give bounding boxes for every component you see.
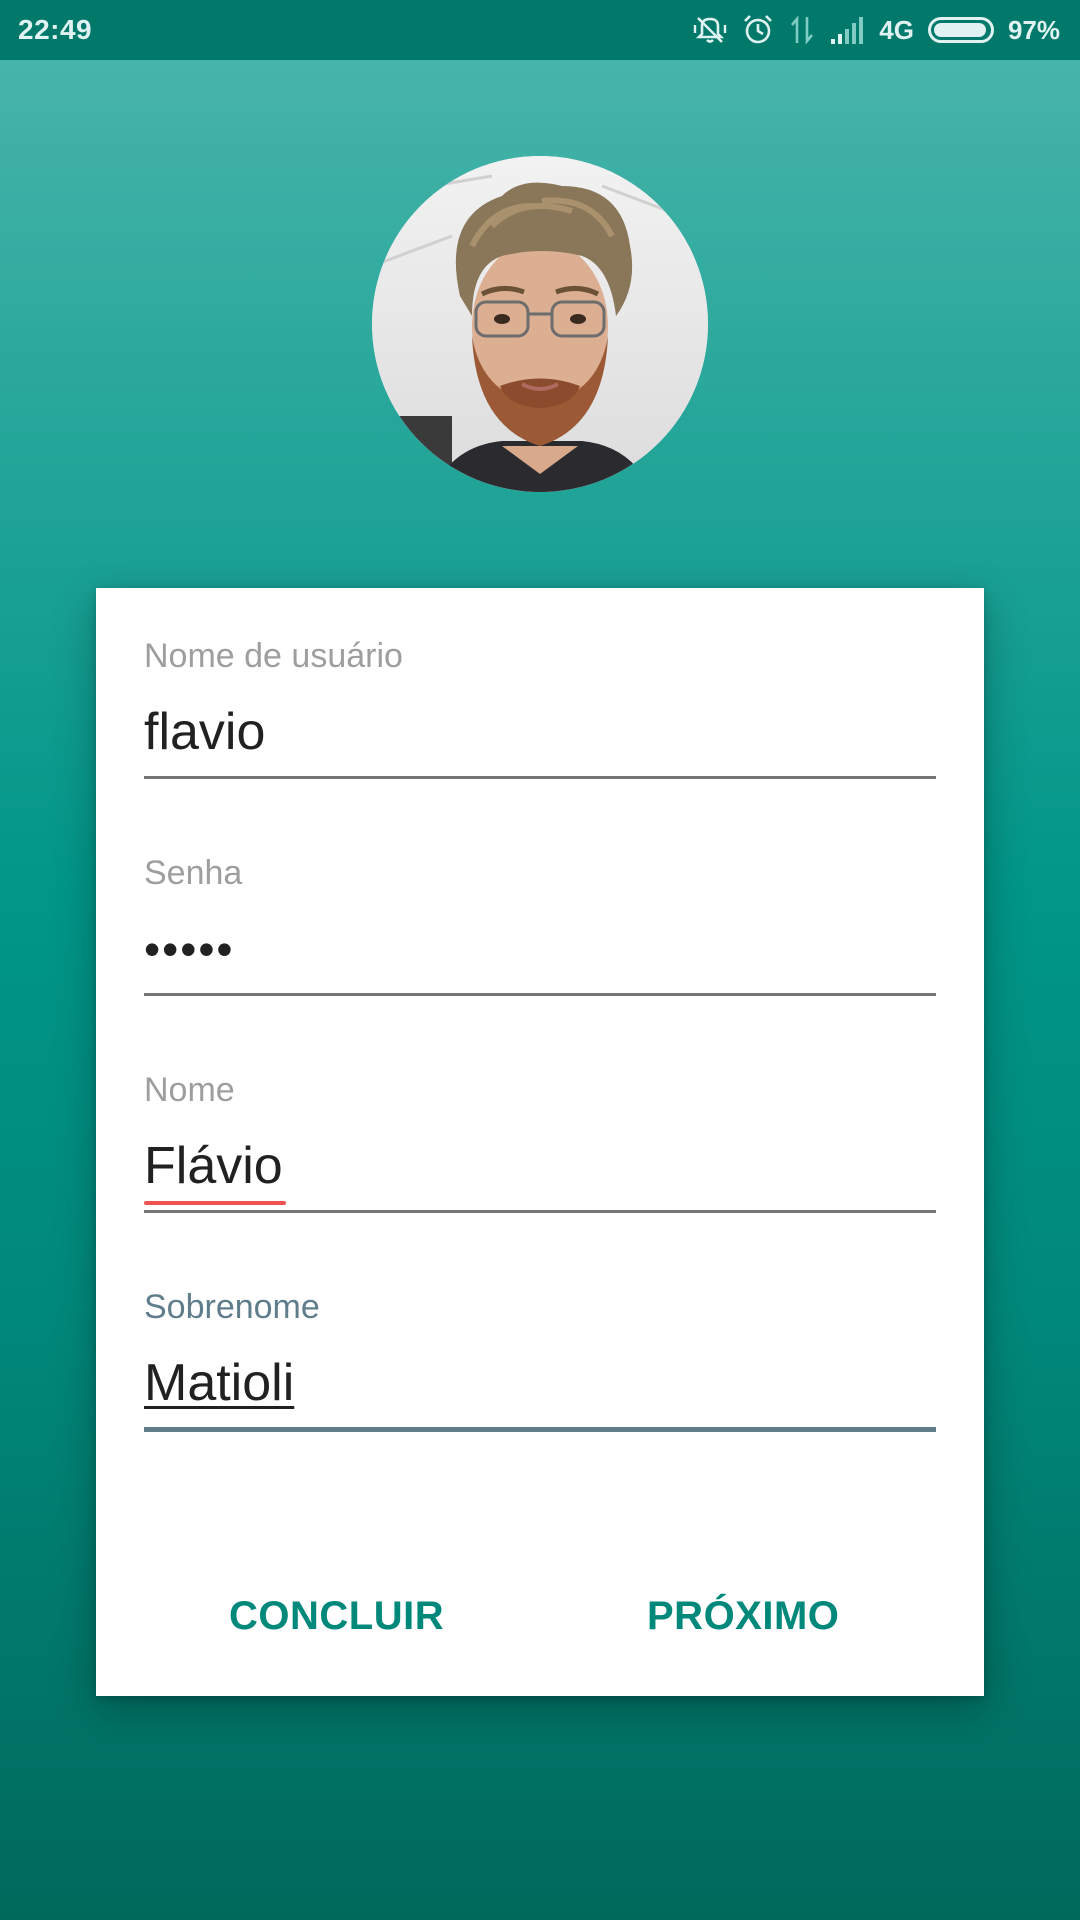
next-button[interactable]: PRÓXIMO bbox=[627, 1576, 859, 1656]
password-field[interactable]: Senha ••••• bbox=[144, 853, 936, 996]
username-underline bbox=[144, 776, 936, 779]
username-field[interactable]: Nome de usuário flavio bbox=[144, 636, 936, 779]
first-name-field[interactable]: Nome Flávio bbox=[144, 1070, 936, 1213]
battery-percent: 97% bbox=[1007, 14, 1060, 45]
first-name-underline bbox=[144, 1210, 936, 1213]
status-icons: 4G 97% bbox=[693, 13, 1060, 47]
finish-button[interactable]: CONCLUIR bbox=[209, 1576, 464, 1656]
network-type: 4G bbox=[879, 14, 914, 45]
status-bar: 22:49 4G 97% bbox=[0, 0, 1080, 60]
username-input[interactable]: flavio bbox=[144, 700, 265, 764]
password-input[interactable]: ••••• bbox=[144, 917, 235, 981]
signup-form-card: Nome de usuário flavio Senha ••••• Nome … bbox=[96, 588, 984, 1696]
battery-icon bbox=[927, 17, 994, 43]
last-name-label: Sobrenome bbox=[144, 1288, 320, 1326]
profile-photo bbox=[372, 156, 708, 492]
alarm-icon bbox=[741, 13, 775, 47]
password-label: Senha bbox=[144, 854, 243, 892]
status-time: 22:49 bbox=[18, 14, 93, 45]
spellcheck-underline bbox=[144, 1201, 286, 1205]
profile-avatar[interactable] bbox=[372, 156, 708, 492]
last-name-field[interactable]: Sobrenome Matioli bbox=[144, 1287, 936, 1432]
data-transfer-icon bbox=[789, 13, 815, 47]
vibrate-off-icon bbox=[693, 13, 727, 47]
first-name-label: Nome bbox=[144, 1071, 235, 1109]
signal-icon bbox=[829, 15, 865, 45]
username-label: Nome de usuário bbox=[144, 637, 403, 675]
form-actions: CONCLUIR PRÓXIMO bbox=[96, 1576, 984, 1656]
last-name-underline bbox=[144, 1427, 936, 1432]
password-underline bbox=[144, 993, 936, 996]
last-name-input[interactable]: Matioli bbox=[144, 1351, 294, 1415]
first-name-input[interactable]: Flávio bbox=[144, 1134, 283, 1198]
